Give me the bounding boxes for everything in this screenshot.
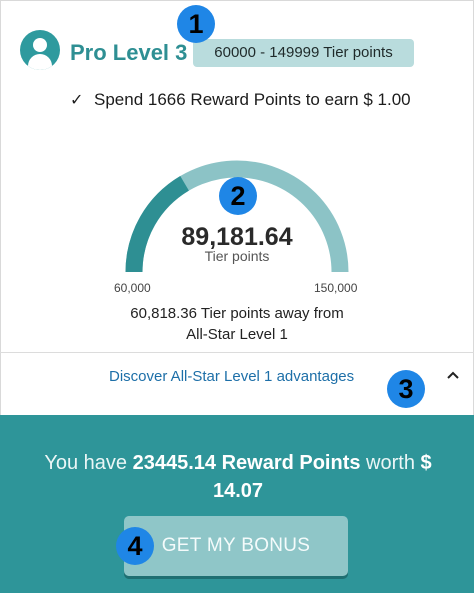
reward-currency: $ (420, 452, 432, 474)
annotation-badge-4: 4 (116, 527, 154, 565)
next-level-line: All-Star Level 1 (186, 326, 288, 343)
level-title: Pro Level 3 (70, 40, 188, 65)
reward-prefix: You have (44, 452, 128, 474)
reward-panel: You have 23445.14 Reward Points worth $ … (0, 415, 474, 593)
section-divider (0, 352, 474, 353)
tier-range-badge: 60000 - 149999 Tier points (193, 39, 414, 67)
user-avatar-icon (20, 30, 60, 70)
get-bonus-button[interactable]: GET MY BONUS (124, 516, 348, 576)
reward-value: 14.07 (212, 480, 264, 502)
reward-points-text: You have 23445.14 Reward Points worth $ … (24, 449, 452, 505)
reward-worth: worth (366, 452, 415, 474)
chevron-up-icon[interactable] (445, 367, 461, 383)
discover-advantages-link[interactable]: Discover All-Star Level 1 advantages (109, 368, 354, 385)
gauge-max-label: 150,000 (314, 281, 358, 295)
reward-points-amount: 23445.14 Reward Points (132, 452, 361, 474)
annotation-badge-3: 3 (387, 370, 425, 408)
tier-points-caption: Tier points (204, 248, 270, 264)
points-away-text: 60,818.36 Tier points away from All-Star… (0, 303, 474, 345)
gauge-min-label: 60,000 (114, 281, 151, 295)
spend-info: ✓ Spend 1666 Reward Points to earn $ 1.00 (70, 90, 411, 110)
annotation-badge-1: 1 (177, 5, 215, 43)
checkmark-icon: ✓ (70, 92, 84, 109)
spend-info-text: Spend 1666 Reward Points to earn $ 1.00 (94, 90, 411, 109)
annotation-badge-2: 2 (219, 177, 257, 215)
points-away-line: 60,818.36 Tier points away from (130, 305, 344, 322)
